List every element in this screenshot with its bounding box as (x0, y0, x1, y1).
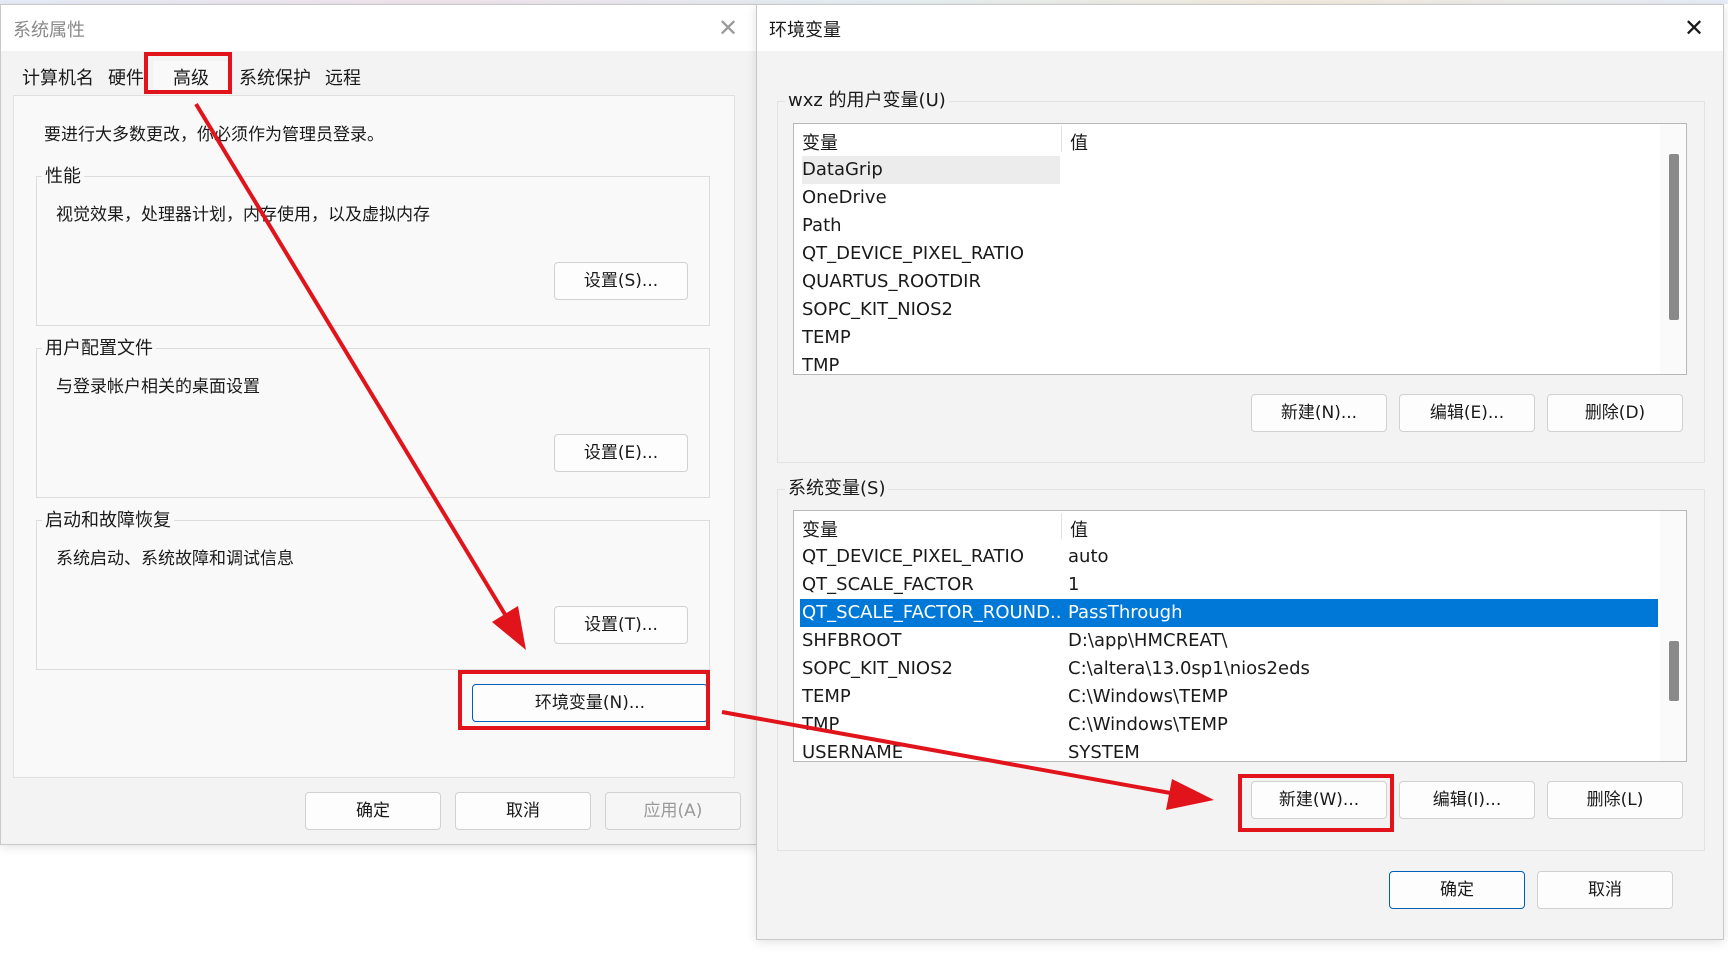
annotation-arrows (194, 102, 1214, 810)
arrow-env-button-to-new-button (721, 710, 1177, 796)
arrow-tab-to-env-button (194, 102, 508, 618)
arrow-head (492, 606, 526, 650)
arrow-head (1166, 779, 1214, 810)
